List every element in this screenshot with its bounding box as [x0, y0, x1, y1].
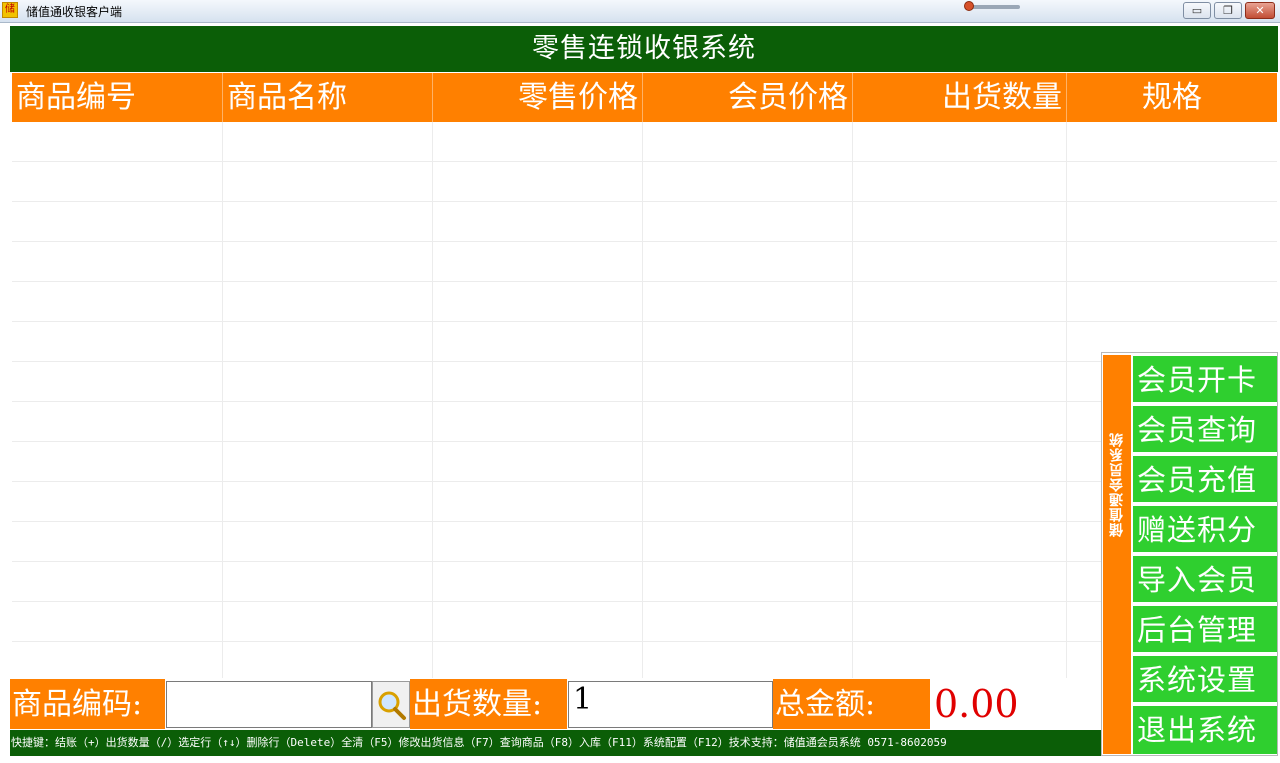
member-panel-strip — [1103, 355, 1131, 754]
table-row[interactable] — [12, 522, 1277, 562]
window-titlebar: 储 储值通收银客户端 ▭ ❐ ✕ — [0, 0, 1280, 23]
table-row[interactable] — [12, 362, 1277, 402]
exit-system-button[interactable]: 退出系统 — [1133, 706, 1277, 754]
recharge-member-button[interactable]: 会员充值 — [1133, 456, 1277, 504]
table-row[interactable] — [12, 562, 1277, 602]
table-row[interactable] — [12, 242, 1277, 282]
table-row[interactable] — [12, 602, 1277, 642]
table-row[interactable] — [12, 322, 1277, 362]
total-amount-label: 总金额: — [773, 679, 930, 729]
gift-points-button[interactable]: 赠送积分 — [1133, 506, 1277, 554]
magnifier-icon — [378, 691, 406, 720]
grid-divider — [1066, 122, 1067, 678]
search-button[interactable] — [372, 681, 410, 728]
import-members-button[interactable]: 导入会员 — [1133, 556, 1277, 604]
product-grid[interactable] — [12, 122, 1277, 678]
column-header-product-id[interactable]: 商品编号 — [12, 73, 223, 122]
query-member-button[interactable]: 会员查询 — [1133, 406, 1277, 454]
table-row[interactable] — [12, 482, 1277, 522]
quantity-label: 出货数量: — [410, 679, 567, 729]
app-icon: 储 — [2, 2, 18, 18]
title-slider-knob[interactable] — [964, 1, 974, 11]
grid-divider — [432, 122, 433, 678]
table-row[interactable] — [12, 202, 1277, 242]
shortcut-status-bar: 快捷键：结账（+）出货数量（/）选定行（↑↓）删除行（Delete）全清（F5）… — [10, 730, 1101, 756]
column-header-spec[interactable]: 规格 — [1067, 73, 1277, 122]
table-row[interactable] — [12, 282, 1277, 322]
table-row[interactable] — [12, 122, 1277, 162]
grid-divider — [642, 122, 643, 678]
product-code-label: 商品编码: — [10, 679, 165, 729]
table-row[interactable] — [12, 402, 1277, 442]
column-header-product-name[interactable]: 商品名称 — [223, 73, 433, 122]
restore-button[interactable]: ❐ — [1214, 2, 1242, 19]
system-settings-button[interactable]: 系统设置 — [1133, 656, 1277, 704]
backend-management-button[interactable]: 后台管理 — [1133, 606, 1277, 654]
grid-header: 商品编号 商品名称 零售价格 会员价格 出货数量 规格 — [12, 73, 1277, 122]
member-panel-title: 储值通会员系统 — [1109, 432, 1125, 538]
column-header-retail-price[interactable]: 零售价格 — [433, 73, 643, 122]
total-amount-value: 0.00 — [930, 681, 1101, 728]
window-title: 储值通收银客户端 — [26, 5, 123, 19]
minimize-button[interactable]: ▭ — [1183, 2, 1211, 19]
open-member-card-button[interactable]: 会员开卡 — [1133, 356, 1277, 404]
column-header-quantity[interactable]: 出货数量 — [853, 73, 1067, 122]
table-row[interactable] — [12, 442, 1277, 482]
grid-divider — [222, 122, 223, 678]
checkout-input-bar: 商品编码: 出货数量: 1 总金额: 0.00 — [10, 679, 1101, 729]
grid-divider — [852, 122, 853, 678]
table-row[interactable] — [12, 642, 1277, 682]
app-header-title: 零售连锁收银系统 — [10, 26, 1278, 72]
quantity-input[interactable]: 1 — [568, 681, 773, 728]
column-header-member-price[interactable]: 会员价格 — [643, 73, 853, 122]
close-button[interactable]: ✕ — [1245, 2, 1275, 19]
table-row[interactable] — [12, 162, 1277, 202]
product-code-input[interactable] — [166, 681, 372, 728]
title-slider-track[interactable] — [968, 5, 1020, 9]
